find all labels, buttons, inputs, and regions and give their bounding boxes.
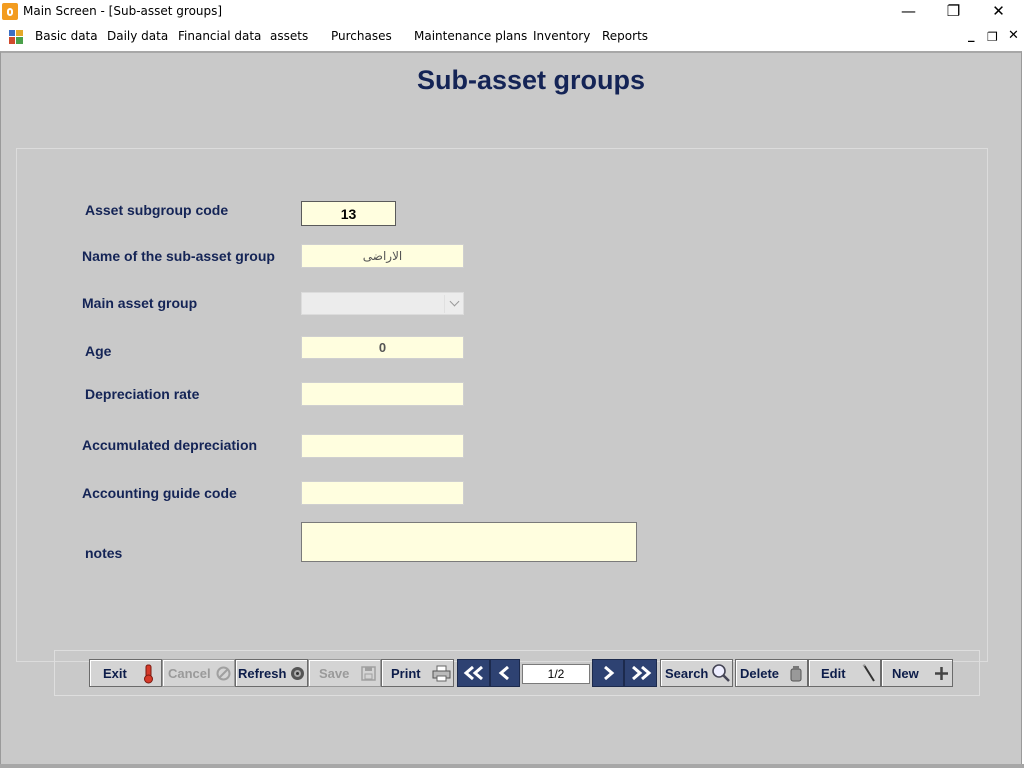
label-depreciation-rate: Depreciation rate [85,386,200,402]
plus-icon [935,667,948,680]
app-menu-icon[interactable] [9,30,23,44]
printer-icon [432,665,451,682]
code-field[interactable]: 13 [301,201,396,226]
status-strip [0,764,1024,768]
depreciation-rate-field[interactable] [301,382,464,406]
first-record-button[interactable] [457,659,490,687]
menu-daily-data[interactable]: Daily data [107,29,168,43]
menu-bar: Basic data Daily data Financial data ass… [0,25,1024,49]
magnifier-icon [712,664,730,682]
child-close-button[interactable]: ✕ [1008,28,1019,43]
child-restore-button[interactable]: ❐ [987,30,998,44]
window-title: Main Screen - [Sub-asset groups] [23,4,223,18]
last-record-button[interactable] [624,659,657,687]
cancel-icon [216,666,231,681]
title-bar: Main Screen - [Sub-asset groups] — ❐ ✕ [0,0,1024,24]
label-notes: notes [85,545,123,561]
menu-financial-data[interactable]: Financial data [178,29,261,43]
delete-button[interactable]: Delete [735,659,808,687]
floppy-disk-icon [361,666,376,681]
menu-assets[interactable]: assets [270,29,308,43]
refresh-button[interactable]: Refresh [235,659,308,687]
save-button[interactable]: Save [308,659,381,687]
record-pager[interactable]: 1/2 [522,664,590,684]
print-label: Print [391,666,421,681]
new-label: New [892,666,919,681]
close-button[interactable]: ✕ [976,0,1021,22]
delete-label: Delete [740,666,780,681]
label-accumulated-depreciation: Accumulated depreciation [82,437,258,453]
label-accounting-code: Accounting guide code [82,485,237,501]
name-field[interactable]: الاراضى [301,244,464,268]
accounting-code-field[interactable] [301,481,464,505]
menu-maintenance-plans[interactable]: Maintenance plans [414,29,527,43]
search-button[interactable]: Search [660,659,733,687]
app-icon [2,3,18,20]
edit-button[interactable]: Edit [808,659,881,687]
notes-field[interactable] [301,522,637,562]
cancel-label: Cancel [168,666,211,681]
accumulated-depreciation-field[interactable] [301,434,464,458]
search-label: Search [665,666,709,681]
chevron-down-icon[interactable] [449,296,460,307]
new-button[interactable]: New [881,659,953,687]
child-minimize-button[interactable]: _ [968,28,975,43]
next-record-button[interactable] [592,659,624,687]
label-main-group: Main asset group [82,295,198,311]
exit-label: Exit [103,666,127,681]
exit-button[interactable]: Exit [89,659,162,687]
previous-record-button[interactable] [490,659,520,687]
menu-purchases[interactable]: Purchases [331,29,392,43]
chevron-left-icon [498,666,509,680]
age-field[interactable]: 0 [301,336,464,359]
menu-inventory[interactable]: Inventory [533,29,590,43]
pencil-icon [862,664,875,682]
double-chevron-right-icon [631,666,651,680]
minimize-button[interactable]: — [886,0,931,22]
refresh-label: Refresh [238,666,287,681]
menu-basic-data[interactable]: Basic data [35,29,98,43]
cancel-button[interactable]: Cancel [162,659,235,687]
print-button[interactable]: Print [381,659,454,687]
chevron-right-icon [604,666,615,680]
page-title: Sub-asset groups [416,65,646,95]
label-code: Asset subgroup code [85,202,229,218]
save-label: Save [319,666,350,681]
restore-button[interactable]: ❐ [931,0,976,22]
menu-reports[interactable]: Reports [602,29,648,43]
edit-label: Edit [821,666,846,681]
refresh-icon [291,667,304,680]
form-panel [16,148,988,662]
double-chevron-left-icon [463,666,483,680]
label-name: Name of the sub-asset group [82,248,275,264]
thermometer-icon [144,664,153,684]
trash-icon [790,666,802,682]
main-group-select[interactable] [301,292,464,315]
label-age: Age [85,343,112,359]
